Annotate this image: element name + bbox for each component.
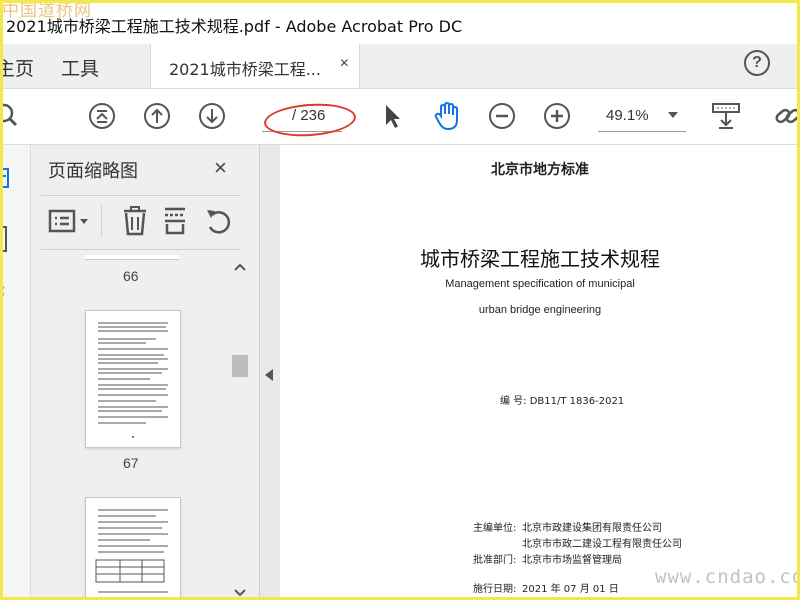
document-tab[interactable]: 2021城市桥梁工程... × [150, 44, 360, 88]
panel-collapse-strip[interactable] [260, 145, 280, 600]
doc-standard: 北京市地方标准 [491, 162, 589, 178]
scroll-up-icon[interactable] [234, 259, 246, 277]
divider [41, 249, 241, 250]
menu-tools[interactable]: 工具 [61, 54, 99, 81]
thumbnail-list: 66 67 [31, 255, 231, 600]
zoom-in-icon[interactable] [542, 101, 572, 131]
approve-dept: 北京市市场监督管理局 [522, 555, 622, 566]
delete-icon[interactable] [120, 205, 150, 242]
window-title: 2021城市桥梁工程施工技术规程.pdf - Adobe Acrobat Pro… [6, 17, 463, 36]
extract-pages-icon[interactable] [161, 205, 191, 242]
doc-number: 编 号: DB11/T 1836-2021 [500, 396, 625, 407]
help-icon[interactable]: ? [744, 50, 770, 76]
rotate-icon[interactable] [203, 205, 233, 242]
link-icon[interactable] [772, 101, 800, 131]
editor-1: 北京市政建设集团有限责任公司 [522, 523, 662, 534]
editor-2: 北京市市政二建设工程有限责任公司 [522, 539, 682, 550]
doc-english-title-line1: Management specification of municipal [445, 278, 635, 290]
chevron-left-icon[interactable] [265, 369, 273, 381]
zoom-value: 49.1% [606, 107, 649, 124]
date-label: 施行日期: [473, 584, 517, 595]
thumbnail-page[interactable] [85, 310, 181, 448]
effective-date: 2021 年 07 月 01 日 [522, 584, 619, 595]
scroll-thumb[interactable] [232, 355, 248, 377]
bookmark-icon[interactable] [0, 225, 12, 258]
navigation-rail [0, 145, 31, 600]
document-view[interactable]: 北京市地方标准 城市桥梁工程施工技术规程 Management specific… [280, 145, 800, 600]
scroll-mode-icon[interactable] [711, 101, 741, 131]
search-icon[interactable] [0, 101, 24, 131]
next-page-icon[interactable] [197, 101, 227, 131]
document-tab-label: 2021城市桥梁工程... [169, 60, 321, 79]
scroll-down-icon[interactable] [234, 585, 246, 603]
approve-label: 批准部门: [473, 555, 517, 566]
thumbnail-label: 66 [123, 268, 139, 284]
chevron-down-icon[interactable] [668, 112, 678, 118]
doc-title: 城市桥梁工程施工技术规程 [420, 247, 660, 271]
tab-row: 主页 工具 2021城市桥梁工程... × [0, 44, 800, 89]
thumbnail-scrollbar[interactable] [230, 255, 250, 600]
select-arrow-icon[interactable] [377, 101, 407, 131]
doc-english-title-line2: urban bridge engineering [478, 304, 602, 316]
panel-title: 页面缩略图 [48, 161, 138, 182]
prev-page-icon[interactable] [142, 101, 172, 131]
title-bar: 中国道桥网 2021城市桥梁工程施工技术规程.pdf - Adobe Acrob… [0, 0, 800, 45]
zoom-out-icon[interactable] [487, 101, 517, 131]
divider [41, 195, 241, 196]
thumbnails-icon[interactable] [0, 167, 12, 196]
thumbnail-options-icon[interactable] [48, 207, 94, 242]
hand-tool-icon[interactable] [432, 101, 462, 131]
menu-home[interactable]: 主页 [0, 54, 34, 81]
divider [101, 205, 102, 237]
thumbnail-page[interactable] [85, 255, 179, 260]
first-page-icon[interactable] [87, 101, 117, 131]
close-icon[interactable]: × [340, 55, 349, 73]
watermark-bottom: www.cndao.com [655, 566, 800, 588]
close-icon[interactable]: × [214, 155, 227, 181]
editor-label: 主编单位: [473, 523, 517, 534]
attachment-icon[interactable] [0, 279, 12, 308]
thumbnails-panel: 页面缩略图 × 66 67 [31, 145, 260, 600]
thumbnail-page[interactable] [85, 497, 181, 600]
thumbnail-label: 67 [123, 455, 139, 471]
